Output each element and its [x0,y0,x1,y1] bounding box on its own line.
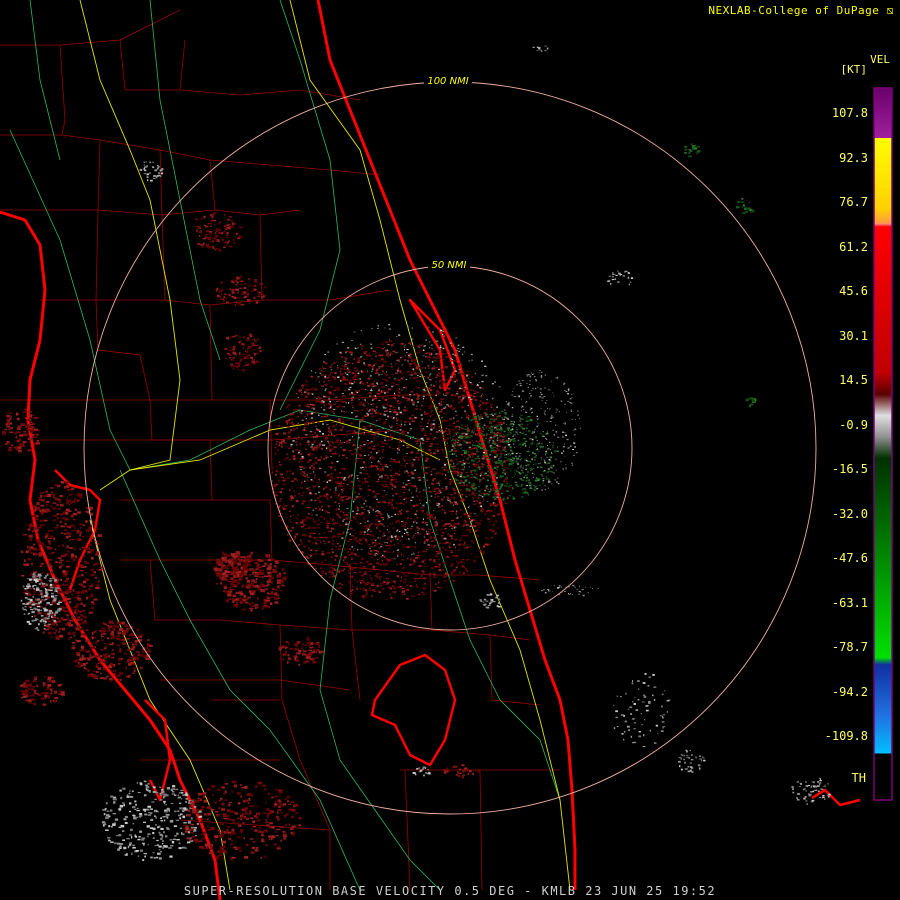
legend-tick: -16.5 [831,462,868,476]
legend-tick: 45.6 [839,284,868,298]
legend-tick: -94.2 [831,684,868,699]
legend-th-label: TH [851,771,866,785]
legend-tick: 107.8 [831,106,868,120]
legend-tick: 76.7 [839,195,868,209]
radar-map: 50 NMI 100 NMI [0,0,900,900]
legend-tick: -78.7 [831,640,868,654]
range-ring-100-label: 100 NMI [427,76,468,87]
legend-tick: 61.2 [839,239,868,254]
velocity-color-legend [873,87,893,801]
logo-icon: ⧅ [886,4,894,17]
product-caption: SUPER-RESOLUTION BASE VELOCITY 0.5 DEG -… [183,884,717,898]
color-legend-bar [873,87,893,801]
legend-tick: 14.5 [839,373,868,387]
legend-tick: 30.1 [839,328,868,343]
legend-tick: -0.9 [839,417,868,432]
legend-tick: -32.0 [831,506,868,521]
range-ring-50-label: 50 NMI [432,260,467,271]
legend-product: VEL [870,53,890,66]
legend-tick: -109.8 [824,729,868,743]
legend-tick: -47.6 [831,551,868,565]
brand-label: NEXLAB-College of DuPage ⧅ [708,4,894,17]
legend-tick: 92.3 [839,150,868,165]
legend-tick: -63.1 [831,595,868,610]
legend-unit: [KT] [840,63,868,76]
